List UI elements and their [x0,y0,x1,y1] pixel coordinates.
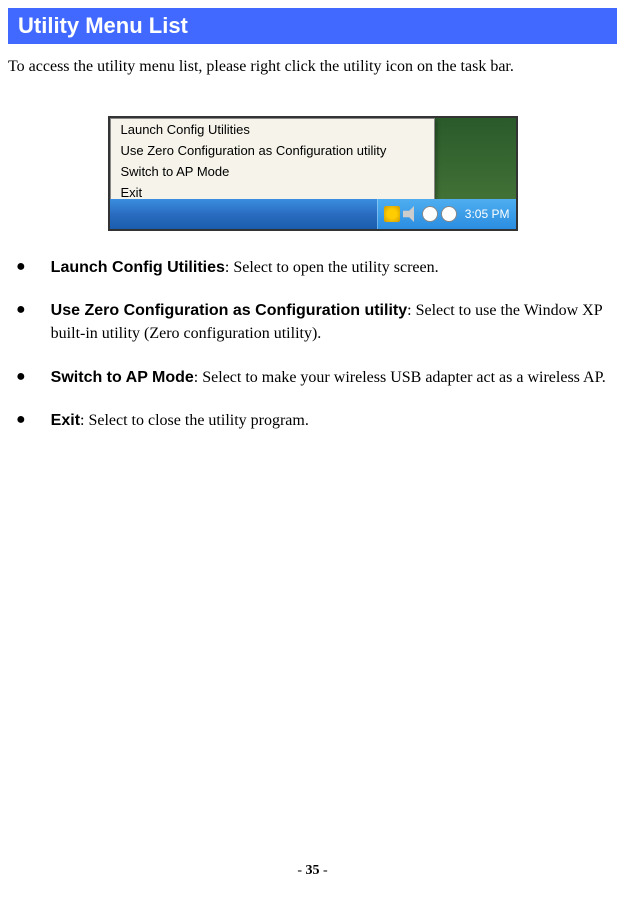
bullet-content: Use Zero Configuration as Configuration … [51,299,617,345]
bullet-item-launch: ● Launch Config Utilities: Select to ope… [8,256,617,279]
bullet-desc: : Select to close the utility program. [80,412,309,429]
bullet-content: Launch Config Utilities: Select to open … [51,256,617,279]
sound-icon[interactable] [403,206,419,222]
bullet-marker: ● [16,366,26,389]
bullet-list: ● Launch Config Utilities: Select to ope… [8,256,617,432]
system-tray: 3:05 PM [377,199,516,229]
intro-paragraph: To access the utility menu list, please … [8,58,617,76]
section-header: Utility Menu List [8,8,617,44]
bullet-content: Switch to AP Mode: Select to make your w… [51,366,617,389]
bullet-title: Launch Config Utilities [51,259,225,276]
menu-item-zero-config[interactable]: Use Zero Configuration as Configuration … [111,140,434,161]
page-footer: - 35 - [0,863,625,879]
bullet-content: Exit: Select to close the utility progra… [51,409,617,432]
clock: 3:05 PM [465,207,510,221]
menu-item-launch[interactable]: Launch Config Utilities [111,119,434,140]
bullet-title: Switch to AP Mode [51,369,194,386]
bullet-desc: : Select to make your wireless USB adapt… [194,369,606,386]
bullet-item-exit: ● Exit: Select to close the utility prog… [8,409,617,432]
shield-icon[interactable] [384,206,400,222]
bullet-item-zero-config: ● Use Zero Configuration as Configuratio… [8,299,617,345]
bullet-title: Use Zero Configuration as Configuration … [51,302,407,319]
tray-icons-group [384,206,457,222]
bullet-marker: ● [16,256,26,279]
menu-item-ap-mode[interactable]: Switch to AP Mode [111,161,434,182]
context-menu: Launch Config Utilities Use Zero Configu… [110,118,435,204]
utility-screenshot: Launch Config Utilities Use Zero Configu… [108,116,518,231]
bullet-title: Exit [51,412,80,429]
page-number: 35 [306,863,320,878]
bullet-marker: ● [16,299,26,345]
screenshot-container: Launch Config Utilities Use Zero Configu… [0,116,625,231]
bullet-item-ap-mode: ● Switch to AP Mode: Select to make your… [8,366,617,389]
section-title: Utility Menu List [18,13,607,39]
footer-suffix: - [320,863,328,878]
bullet-marker: ● [16,409,26,432]
footer-prefix: - [297,863,305,878]
bullet-desc: : Select to open the utility screen. [225,259,439,276]
taskbar: 3:05 PM [110,199,516,229]
utility-icon[interactable] [441,206,457,222]
network-icon[interactable] [422,206,438,222]
